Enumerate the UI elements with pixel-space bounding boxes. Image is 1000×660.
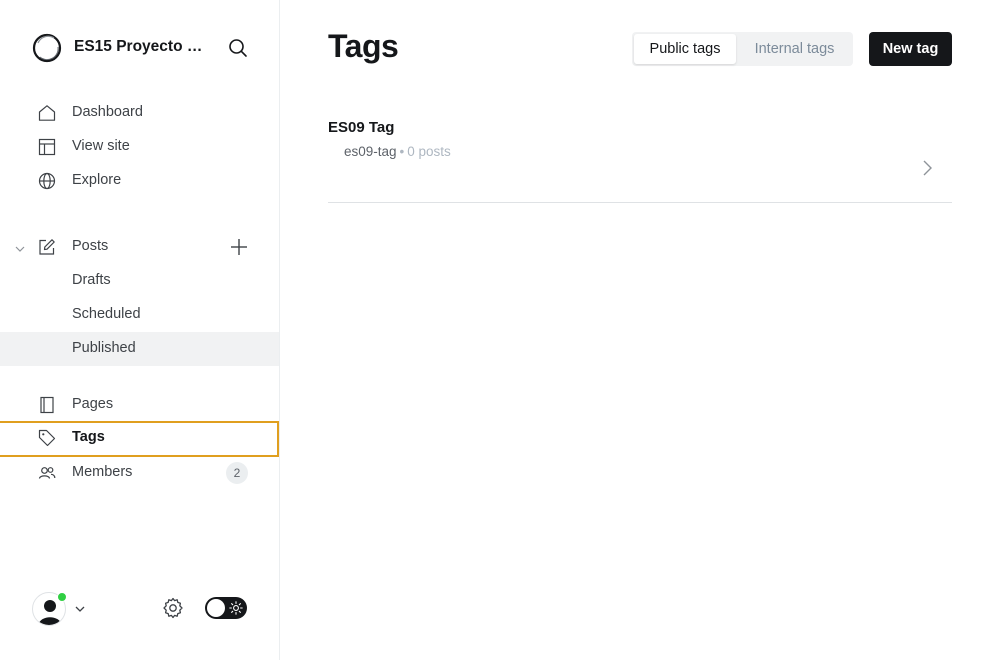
- sidebar-item-label: Tags: [72, 429, 105, 445]
- sidebar-item-label: Pages: [72, 396, 114, 412]
- sidebar-item-members[interactable]: Members 2: [0, 456, 279, 490]
- online-status-indicator: [57, 592, 67, 602]
- sidebar-item-explore[interactable]: Explore: [0, 164, 279, 198]
- sidebar-footer: [0, 588, 279, 628]
- main-content: Tags Public tags Internal tags New tag E…: [280, 0, 1000, 660]
- tab-public-tags[interactable]: Public tags: [634, 34, 736, 64]
- sidebar-item-label: Members: [72, 464, 133, 480]
- page-title: Tags: [328, 28, 399, 64]
- members-count-badge: 2: [226, 462, 248, 484]
- sidebar-item-posts[interactable]: Posts: [0, 230, 279, 264]
- chevron-down-icon[interactable]: [14, 242, 26, 254]
- sidebar-item-label: Scheduled: [72, 306, 141, 322]
- user-menu[interactable]: [32, 592, 67, 626]
- sidebar-item-label: Posts: [72, 238, 109, 254]
- layout-icon: [38, 138, 56, 156]
- site-logo-icon[interactable]: [32, 33, 62, 63]
- tag-meta-separator: •: [399, 144, 405, 159]
- tab-internal-tags[interactable]: Internal tags: [738, 34, 851, 64]
- site-title[interactable]: ES15 Proyecto Mobile Web: [74, 38, 214, 56]
- tag-icon: [38, 429, 56, 447]
- sidebar-item-label: Explore: [72, 172, 122, 188]
- chevron-right-icon: [920, 159, 934, 177]
- tag-slug: es09-tag: [344, 144, 397, 159]
- sidebar-item-published[interactable]: Published: [0, 332, 279, 366]
- sidebar-item-label: View site: [72, 138, 130, 154]
- globe-icon: [38, 172, 56, 190]
- tag-post-count: 0 posts: [407, 144, 451, 159]
- sidebar-item-label: Dashboard: [72, 104, 143, 120]
- add-post-icon[interactable]: [229, 237, 249, 257]
- new-tag-button[interactable]: New tag: [869, 32, 952, 66]
- sidebar-item-tags[interactable]: Tags: [0, 421, 279, 457]
- search-icon[interactable]: [226, 36, 250, 60]
- sidebar-item-scheduled[interactable]: Scheduled: [0, 298, 279, 332]
- users-icon: [38, 464, 56, 482]
- site-header: ES15 Proyecto Mobile Web: [32, 32, 252, 64]
- sidebar-item-drafts[interactable]: Drafts: [0, 264, 279, 298]
- page-icon: [38, 396, 56, 414]
- sidebar-item-dashboard[interactable]: Dashboard: [0, 96, 279, 130]
- toggle-knob: [207, 599, 225, 617]
- edit-icon: [38, 238, 56, 256]
- sun-icon: [229, 601, 243, 615]
- tag-meta: es09-tag • 0 posts: [344, 144, 451, 159]
- sidebar-item-label: Published: [72, 340, 136, 356]
- home-icon: [38, 104, 56, 122]
- sidebar-item-label: Drafts: [72, 272, 111, 288]
- sidebar-item-pages[interactable]: Pages: [0, 388, 279, 422]
- tag-type-tabs: Public tags Internal tags: [632, 32, 853, 66]
- tag-name: ES09 Tag: [328, 119, 395, 136]
- sidebar-item-view-site[interactable]: View site: [0, 130, 279, 164]
- chevron-down-icon[interactable]: [74, 602, 86, 614]
- sidebar: ES15 Proyecto Mobile Web Dashboard View …: [0, 0, 280, 660]
- theme-toggle[interactable]: [205, 597, 247, 619]
- tag-list-item[interactable]: ES09 Tag es09-tag • 0 posts: [328, 106, 952, 203]
- gear-icon[interactable]: [161, 596, 185, 620]
